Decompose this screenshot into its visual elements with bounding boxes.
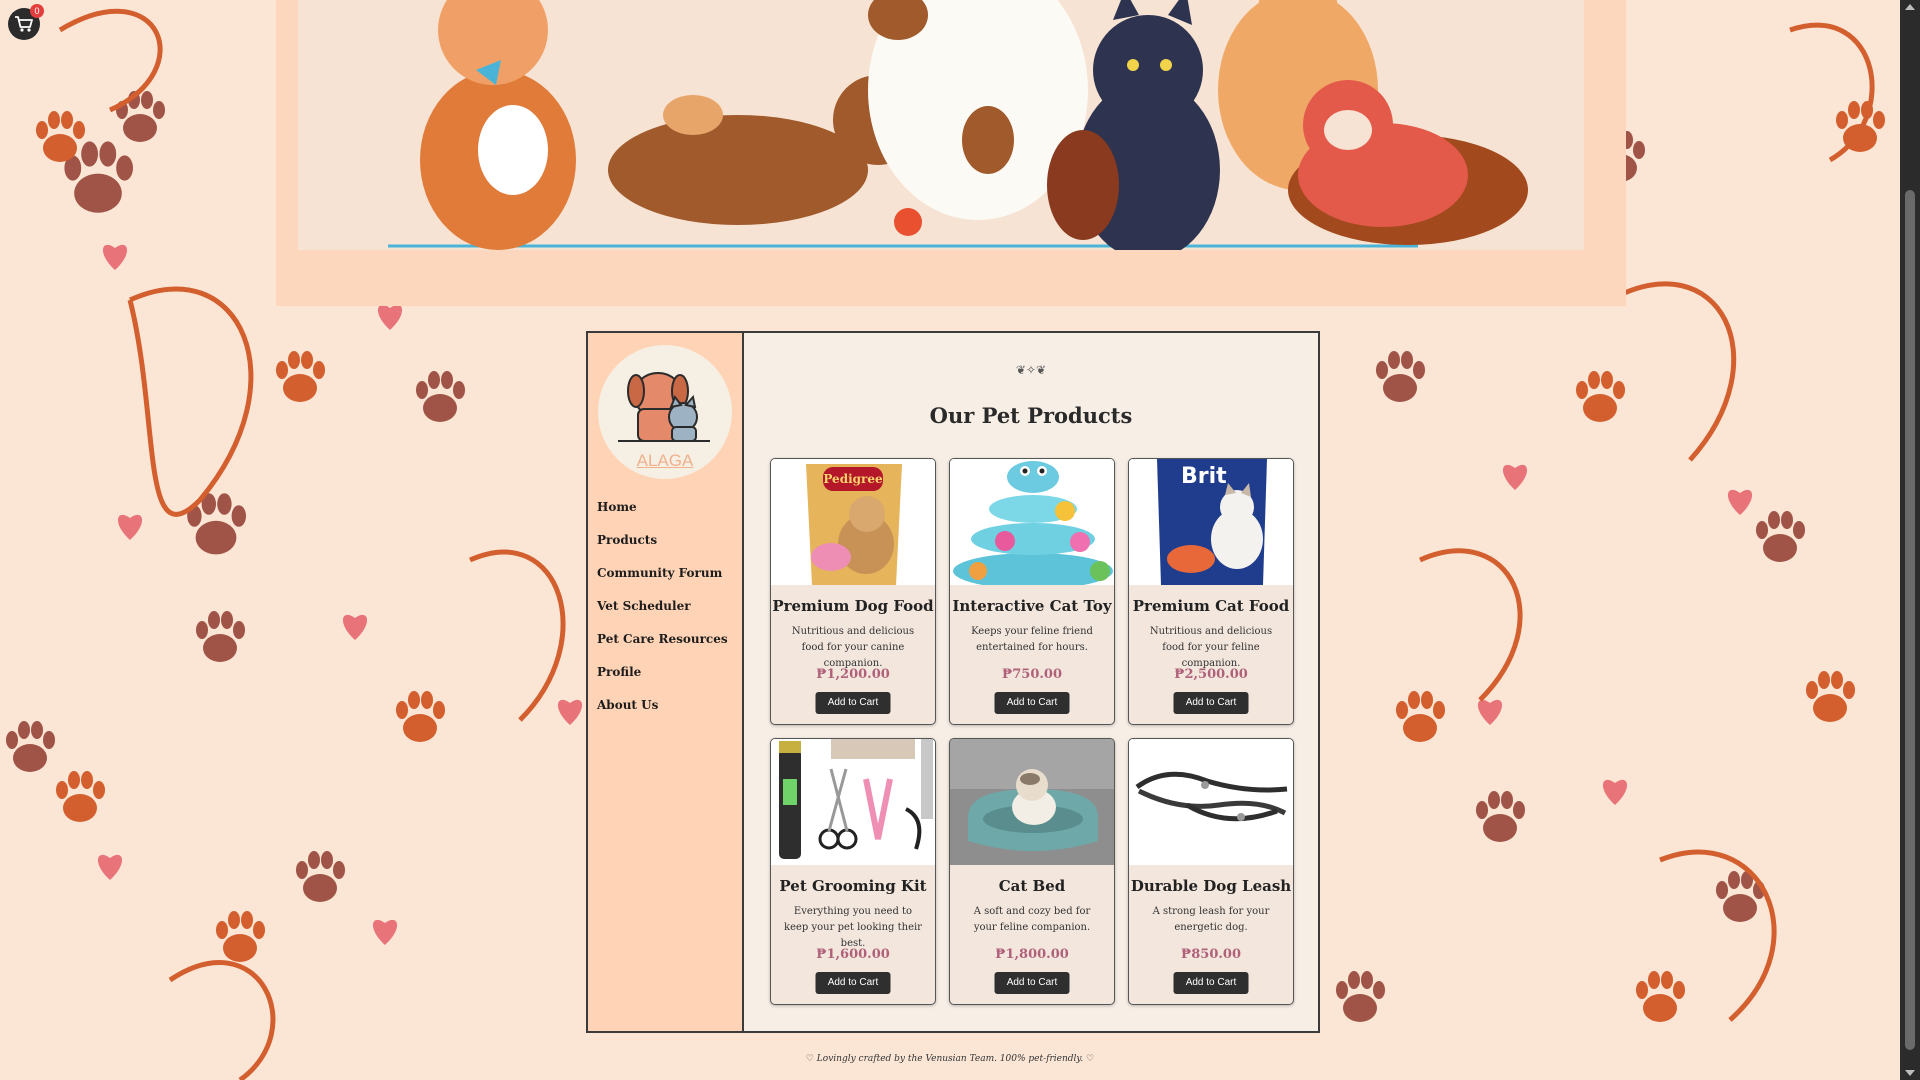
product-image-grooming-kit [771,739,935,865]
product-description: Keeps your feline friend entertained for… [971,626,1093,653]
product-description: Nutritious and delicious food for your f… [1149,626,1273,669]
product-name: Premium Cat Food [1132,597,1290,615]
product-card-premium-dog-food[interactable]: Pedigree Premium Dog Food Nutritious and… [770,458,936,725]
product-image-cat-bed [950,739,1114,865]
nav-item-products[interactable]: Products [597,532,728,565]
product-image-dog-leash [1129,739,1293,865]
add-to-cart-button[interactable]: Add to Cart [1173,972,1249,994]
add-to-cart-button[interactable]: Add to Cart [815,692,891,714]
product-image-cat-food: Brit [1129,459,1293,585]
sidebar: ALAGA Home Products Community Forum Vet … [588,333,744,1031]
product-name: Pet Grooming Kit [779,877,927,895]
product-image-cat-toy [950,459,1114,585]
footer-text: ♡ Lovingly crafted by the Venusian Team.… [805,1054,1095,1064]
scroll-down-arrow-icon[interactable] [1905,1070,1915,1076]
product-name: Interactive Cat Toy [952,597,1112,615]
add-to-cart-button[interactable]: Add to Cart [994,692,1070,714]
scrollbar-thumb[interactable] [1905,190,1915,1050]
product-description: Nutritious and delicious food for your c… [791,626,915,669]
cart-count-badge: 0 [30,4,44,18]
product-card-cat-bed[interactable]: Cat Bed A soft and cozy bed for your fel… [949,738,1115,1005]
nav-item-profile[interactable]: Profile [597,664,728,697]
product-description: A strong leash for your energetic dog. [1152,906,1270,933]
scroll-up-arrow-icon[interactable] [1905,4,1915,10]
hero-banner [276,0,1626,306]
product-card-pet-grooming-kit[interactable]: Pet Grooming Kit Everything you need to … [770,738,936,1005]
pets-illustration [298,0,1584,260]
add-to-cart-button[interactable]: Add to Cart [994,972,1070,994]
products-section: ❦✧❦ Our Pet Products Pedigree Premium Do… [744,333,1318,1031]
dog-cat-logo-icon [618,372,710,442]
page-title: Our Pet Products [929,403,1133,428]
product-description: A soft and cozy bed for your feline comp… [973,906,1091,933]
content-card: ALAGA Home Products Community Forum Vet … [586,331,1320,1033]
nav-item-community-forum[interactable]: Community Forum [597,565,728,598]
product-name: Durable Dog Leash [1130,877,1292,895]
nav-item-about-us[interactable]: About Us [597,697,728,730]
pedigree-label: Pedigree [823,472,883,486]
product-card-premium-cat-food[interactable]: Brit Premium Cat Food Nutritious and del… [1128,458,1294,725]
product-name: Premium Dog Food [772,597,934,615]
logo-text[interactable]: ALAGA [598,451,732,471]
nav-item-pet-care-resources[interactable]: Pet Care Resources [597,631,728,664]
nav-item-home[interactable]: Home [597,499,728,532]
product-description: Everything you need to keep your pet loo… [784,906,922,949]
product-price: ₱850.00 [1180,947,1242,962]
product-price: ₱2,500.00 [1174,667,1248,682]
product-card-durable-dog-leash[interactable]: Durable Dog Leash A strong leash for you… [1128,738,1294,1005]
cart-button[interactable]: 0 [8,4,44,40]
product-name: Cat Bed [998,877,1066,895]
alaga-logo[interactable]: ALAGA [598,345,732,479]
product-card-interactive-cat-toy[interactable]: Interactive Cat Toy Keeps your feline fr… [949,458,1115,725]
product-price: ₱1,200.00 [816,667,890,682]
ornament-divider: ❦✧❦ [1015,363,1047,377]
sidebar-nav: Home Products Community Forum Vet Schedu… [597,499,728,730]
product-price: ₱1,800.00 [995,947,1069,962]
product-image-dog-food: Pedigree [771,459,935,585]
product-grid: Pedigree Premium Dog Food Nutritious and… [770,458,1294,1005]
vertical-scrollbar[interactable] [1900,0,1920,1080]
nav-item-vet-scheduler[interactable]: Vet Scheduler [597,598,728,631]
product-price: ₱1,600.00 [816,947,890,962]
add-to-cart-button[interactable]: Add to Cart [815,972,891,994]
add-to-cart-button[interactable]: Add to Cart [1173,692,1249,714]
brit-label: Brit [1181,464,1227,489]
shopping-cart-icon [15,16,33,32]
product-price: ₱750.00 [1001,667,1063,682]
